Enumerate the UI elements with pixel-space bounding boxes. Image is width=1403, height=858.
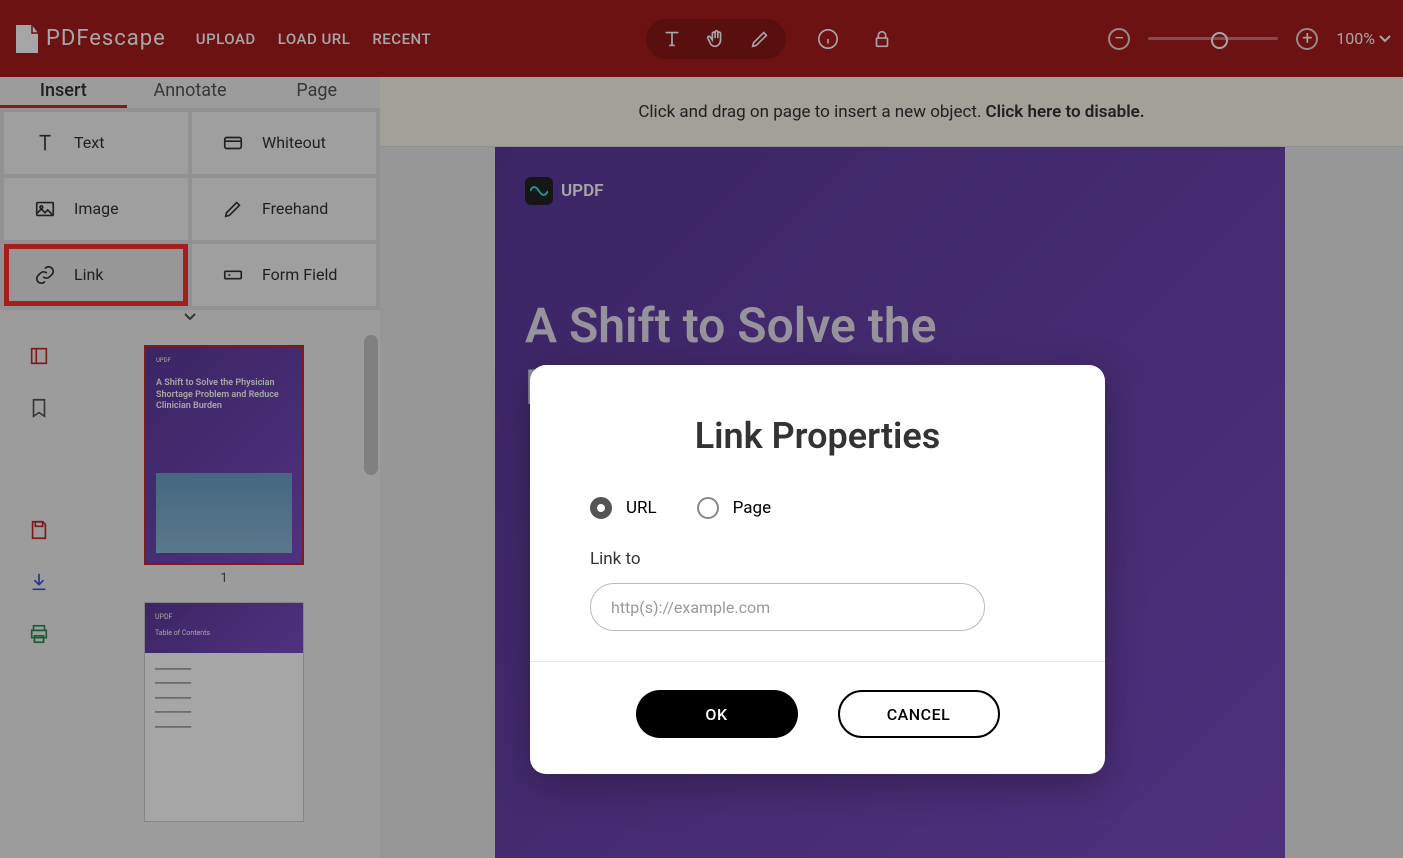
- cancel-button[interactable]: CANCEL: [838, 690, 1000, 738]
- ok-button[interactable]: OK: [636, 690, 798, 738]
- dialog-body: URL Page Link to: [530, 497, 1105, 661]
- link-properties-dialog: Link Properties URL Page Link to OK CANC…: [530, 365, 1105, 774]
- radio-page-option[interactable]: Page: [697, 497, 771, 519]
- dialog-title: Link Properties: [530, 365, 1105, 497]
- radio-url-option[interactable]: URL: [590, 497, 657, 519]
- radio-page[interactable]: [697, 497, 719, 519]
- link-url-input[interactable]: [590, 583, 985, 631]
- link-to-label: Link to: [590, 549, 1045, 569]
- radio-url[interactable]: [590, 497, 612, 519]
- dialog-footer: OK CANCEL: [530, 661, 1105, 774]
- link-type-radios: URL Page: [590, 497, 1045, 519]
